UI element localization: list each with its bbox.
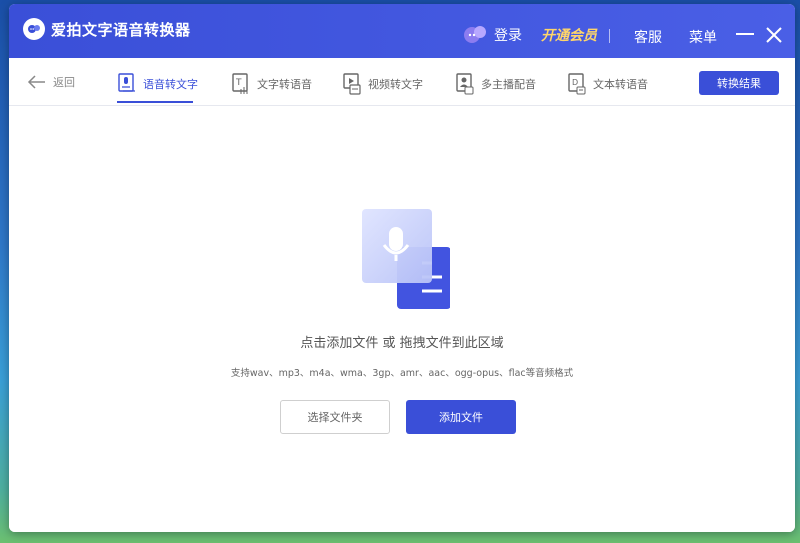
active-tab-indicator: [117, 101, 193, 103]
file-doc-icon: D: [568, 73, 586, 95]
tool-bar: 返回 语音转文字 T 文字转语音 视频转文字 多主播配音 D 文本转语音 转换结…: [9, 58, 795, 106]
arrow-left-icon: [27, 75, 45, 89]
svg-text:T: T: [235, 78, 242, 88]
tab-video-to-text[interactable]: 视频转文字: [342, 66, 423, 102]
minimize-icon[interactable]: [736, 33, 754, 35]
add-file-button[interactable]: 添加文件: [406, 400, 516, 434]
app-title: 爱拍文字语音转换器: [51, 21, 191, 39]
svg-text:D: D: [572, 78, 578, 87]
tab-label: 视频转文字: [368, 78, 423, 91]
title-bar: 爱拍文字语音转换器 登录 开通会员 客服 菜单: [9, 4, 795, 58]
user-avatar-icon[interactable]: [462, 24, 488, 44]
drop-zone-title: 点击添加文件 或 拖拽文件到此区域: [300, 336, 504, 351]
login-link[interactable]: 登录: [494, 25, 522, 45]
title-separator: [609, 29, 610, 43]
tab-doc-to-speech[interactable]: D 文本转语音: [567, 66, 648, 102]
drop-zone[interactable]: 点击添加文件 或 拖拽文件到此区域 支持wav、mp3、m4a、wma、3gp、…: [9, 107, 795, 532]
mic-doc-icon: [118, 73, 135, 92]
supported-formats-text: 支持wav、mp3、m4a、wma、3gp、amr、aac、ogg-opus、f…: [230, 368, 574, 379]
close-icon[interactable]: [765, 26, 783, 44]
tab-multi-anchor-dubbing[interactable]: 多主播配音: [455, 66, 536, 102]
app-window: 爱拍文字语音转换器 登录 开通会员 客服 菜单 返回 语音转文字 T 文字转语音…: [9, 4, 795, 532]
customer-service-link[interactable]: 客服: [634, 27, 662, 47]
app-logo-icon: [23, 18, 45, 40]
tab-text-to-speech[interactable]: T 文字转语音: [231, 66, 312, 102]
vip-link[interactable]: 开通会员: [541, 25, 597, 45]
text-to-audio-icon: T: [232, 73, 248, 94]
speech-doc-illustration-icon: [362, 209, 450, 309]
tab-speech-to-text[interactable]: 语音转文字: [117, 66, 198, 102]
person-doc-icon: [456, 73, 474, 95]
back-button[interactable]: 返回: [27, 68, 75, 96]
select-folder-button[interactable]: 选择文件夹: [280, 400, 390, 434]
tab-label: 文字转语音: [257, 78, 312, 91]
tab-label: 文本转语音: [593, 78, 648, 91]
tab-label: 多主播配音: [481, 78, 536, 91]
menu-link[interactable]: 菜单: [689, 27, 717, 47]
tab-label: 语音转文字: [143, 78, 198, 91]
conversion-results-button[interactable]: 转换结果: [699, 71, 779, 95]
video-doc-icon: [343, 73, 361, 95]
back-label: 返回: [53, 76, 75, 89]
